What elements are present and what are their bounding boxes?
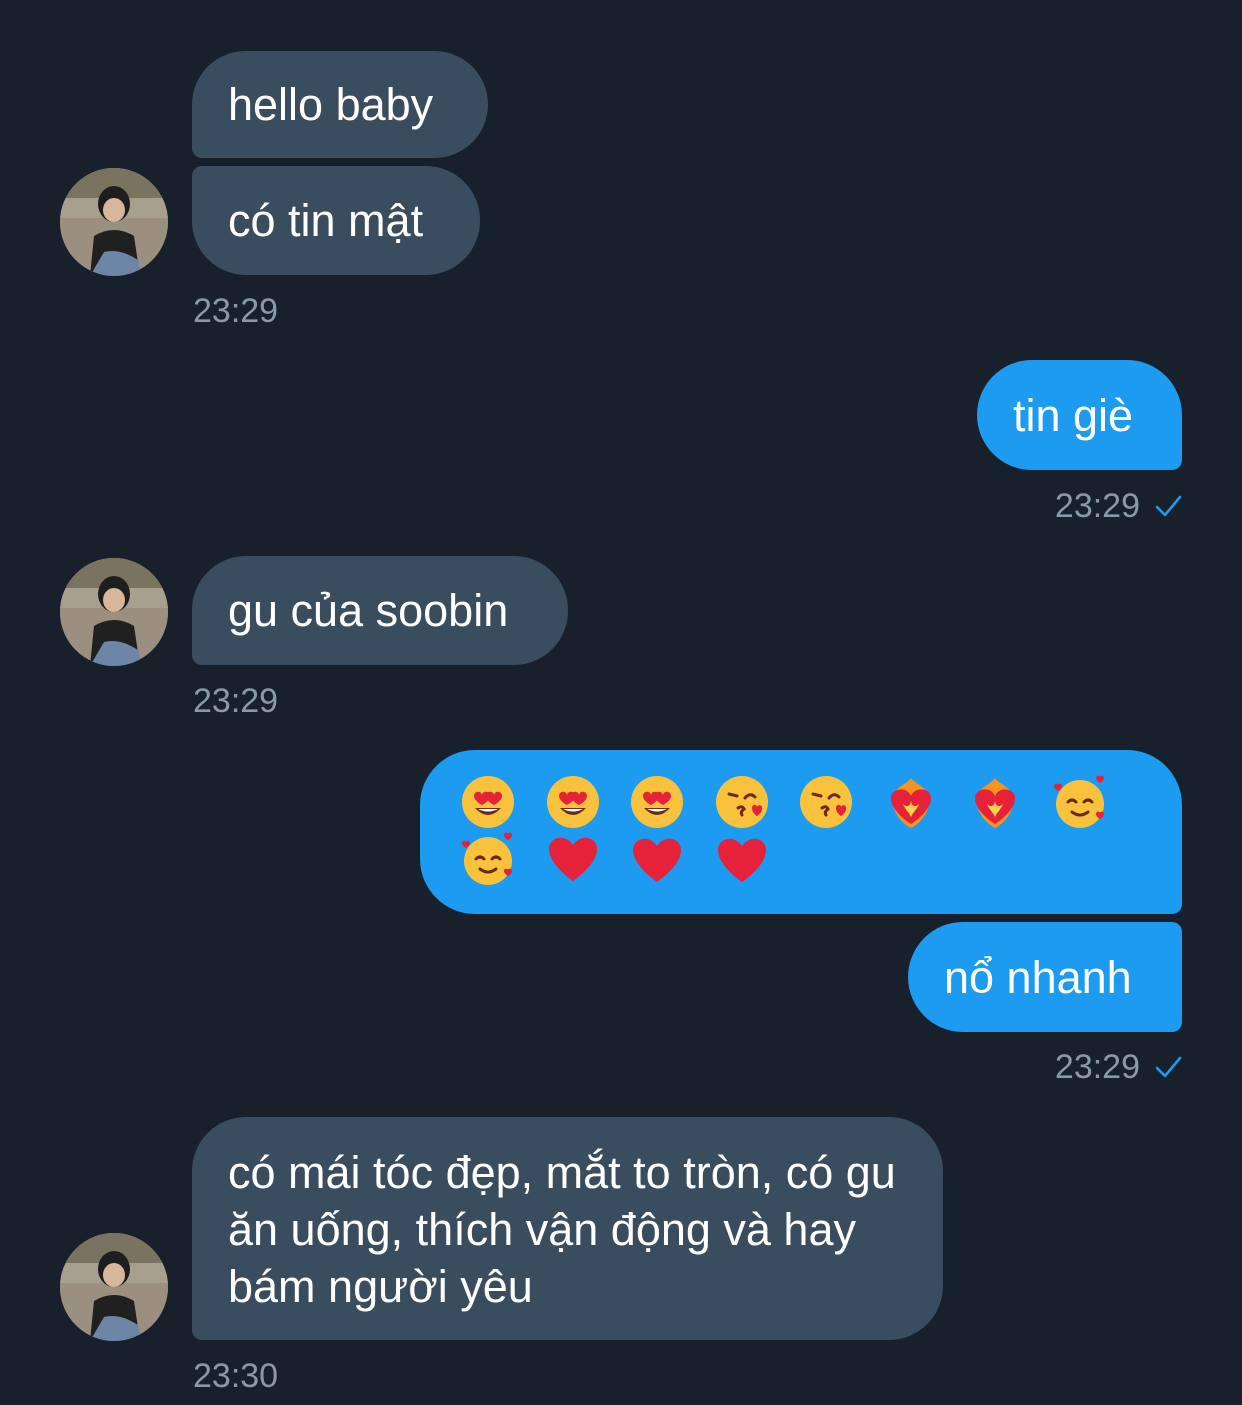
heart-eyes-emoji-icon [546, 776, 599, 828]
avatar-image-icon [60, 1233, 168, 1341]
contact-avatar[interactable] [60, 168, 168, 276]
message-text: tin giè [1013, 389, 1134, 441]
smiling-face-with-hearts-emoji-icon [462, 832, 512, 885]
contact-avatar[interactable] [60, 558, 168, 666]
avatar-image-icon [60, 168, 168, 276]
message-timestamp: 23:29 [193, 682, 279, 720]
heart-eyes-emoji-icon [462, 776, 514, 828]
message-text: nổ nhanh [944, 951, 1132, 1003]
message-text: có mái tóc đẹp, mắt to tròn, có gu ăn uố… [228, 1147, 896, 1312]
outgoing-timestamp: 23:29 [1055, 486, 1182, 526]
heart-on-fire-emoji-icon [890, 778, 931, 828]
outgoing-emoji-message-bubble[interactable] [420, 750, 1182, 914]
incoming-message-bubble[interactable]: hello baby [192, 51, 488, 158]
message-text: có tin mật [228, 195, 424, 246]
read-check-icon [1155, 495, 1182, 517]
emoji-list [460, 774, 1142, 888]
read-check-icon [1155, 1056, 1182, 1078]
kissing-heart-emoji-icon [715, 776, 768, 828]
message-timestamp: 23:30 [193, 1357, 279, 1395]
timestamp-text: 23:29 [1054, 1048, 1140, 1086]
smiling-face-with-hearts-emoji-icon [1053, 775, 1104, 828]
contact-avatar[interactable] [60, 1233, 168, 1341]
message-text: gu của soobin [228, 585, 509, 636]
red-heart-emoji-icon [633, 838, 682, 882]
heart-on-fire-emoji-icon [975, 778, 1016, 828]
avatar-image-icon [60, 558, 168, 666]
outgoing-message-bubble[interactable]: nổ nhanh [908, 922, 1182, 1032]
heart-eyes-emoji-icon [631, 776, 684, 828]
red-heart-emoji-icon [548, 837, 597, 881]
timestamp-text: 23:29 [1054, 487, 1140, 525]
message-text: hello baby [228, 79, 434, 130]
incoming-message-bubble[interactable]: có tin mật [192, 166, 480, 275]
incoming-message-bubble[interactable]: có mái tóc đẹp, mắt to tròn, có gu ăn uố… [192, 1117, 943, 1340]
incoming-message-bubble[interactable]: gu của soobin [192, 556, 568, 665]
kissing-heart-emoji-icon [800, 776, 853, 828]
message-timestamp: 23:29 [193, 292, 279, 330]
red-heart-emoji-icon [717, 838, 766, 882]
outgoing-message-bubble[interactable]: tin giè [977, 360, 1182, 470]
outgoing-timestamp: 23:29 [1055, 1047, 1182, 1087]
